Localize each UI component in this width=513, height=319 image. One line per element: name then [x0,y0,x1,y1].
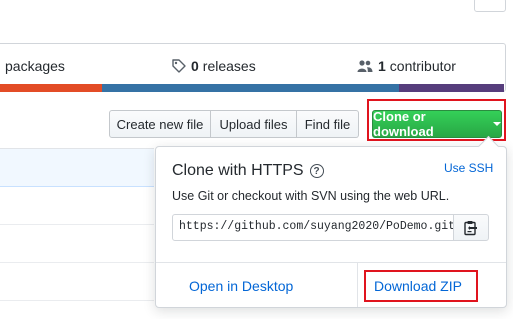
upload-files-button[interactable]: Upload files [211,110,297,138]
table-row[interactable] [0,263,154,301]
use-ssh-link[interactable]: Use SSH [444,161,493,175]
releases-label: releases [202,58,256,74]
find-file-button[interactable]: Find file [297,110,359,138]
language-bar-segment-2[interactable] [102,84,399,92]
contributors-count: 1 [378,58,386,74]
contributors-summary[interactable]: 1 contributor [357,57,456,75]
file-list [0,148,154,319]
packages-label: packages [5,58,65,74]
open-in-desktop-link[interactable]: Open in Desktop [189,278,293,294]
releases-summary[interactable]: 0 releases [172,57,256,75]
clone-url-input[interactable]: https://github.com/suyang2020/PoDemo.git [172,214,454,241]
tag-icon [172,59,186,73]
clipboard-icon [464,220,477,235]
copy-url-button[interactable] [453,214,489,241]
language-bar-segment-1[interactable] [0,84,103,92]
contributors-label: contributor [389,58,456,74]
clone-title: Clone with HTTPS ? [172,162,324,180]
clone-title-text: Clone with HTTPS [172,162,304,179]
highlight-box-download [364,270,478,302]
dropdown-vertical-divider [357,263,358,307]
clone-description: Use Git or checkout with SVN using the w… [172,189,450,203]
people-icon [357,60,373,72]
table-row[interactable] [0,225,154,263]
question-icon[interactable]: ? [309,164,324,178]
commit-info-row [0,149,154,187]
create-new-file-button[interactable]: Create new file [109,110,211,138]
language-bar-segment-3[interactable] [399,84,504,92]
highlight-box-clone [367,99,506,141]
releases-count: 0 [191,58,199,74]
corner-button-fragment[interactable] [474,0,506,12]
dropdown-divider [156,262,506,263]
packages-summary[interactable]: packages [5,57,65,75]
table-row[interactable] [0,187,154,225]
